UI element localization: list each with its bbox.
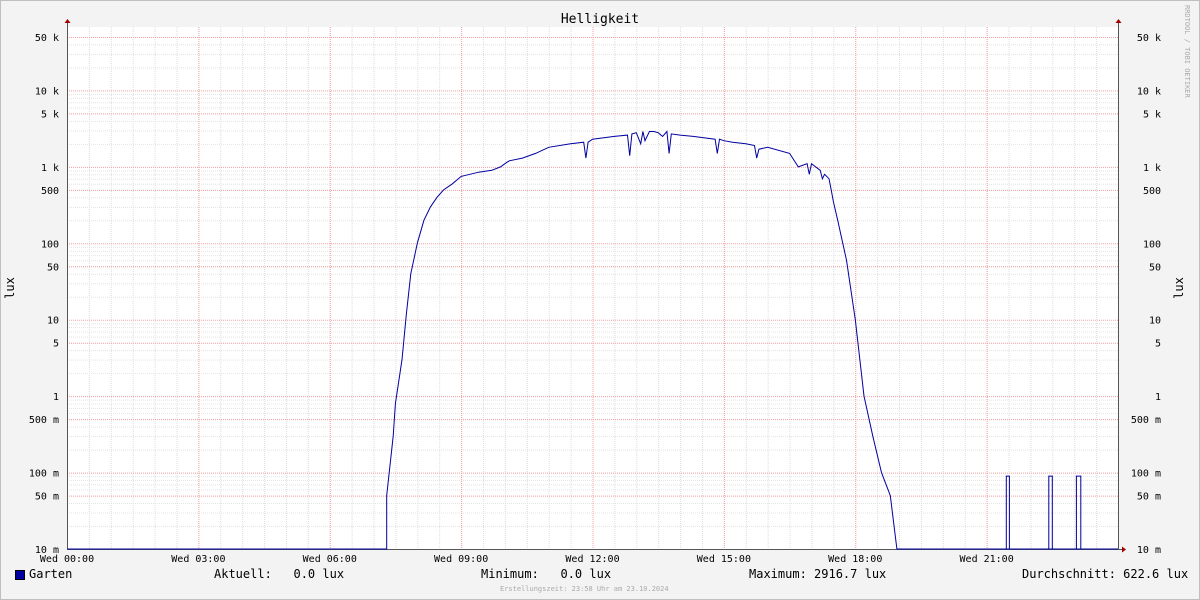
- chart-title: Helligkeit: [561, 12, 639, 27]
- x-tick-label: Wed 21:00: [960, 554, 1014, 565]
- x-tick-label: Wed 12:00: [565, 554, 619, 565]
- y-axis-label-left: lux: [3, 277, 17, 299]
- y-tick-label-left: 50: [47, 262, 59, 273]
- y-tick-label-right: 50 m: [1137, 492, 1161, 503]
- creation-timestamp: Erstellungszeit: 23:58 Uhr am 23.10.2024: [500, 585, 669, 593]
- y-tick-label-right: 50 k: [1137, 33, 1161, 44]
- y-tick-label-right: 5: [1155, 339, 1161, 350]
- y-tick-label-right: 1: [1155, 392, 1161, 403]
- y-tick-label-right: 500: [1143, 186, 1161, 197]
- x-tick-label: Wed 09:00: [434, 554, 488, 565]
- y-tick-label-left: 5 k: [41, 109, 59, 120]
- y-tick-label-left: 1 k: [41, 163, 59, 174]
- y-tick-label-left: 50 k: [35, 33, 59, 44]
- y-tick-label-left: 10: [47, 316, 59, 327]
- y-tick-label-right: 50: [1149, 262, 1161, 273]
- legend-label: Garten: [29, 567, 73, 581]
- brightness-chart: Wed 00:00 Wed 03:00 Wed 06:00 Wed 09:00 Wed …: [3, 12, 1186, 565]
- y-tick-label-right: 500 m: [1131, 415, 1161, 426]
- y-axis-arrow-right: [1115, 19, 1122, 23]
- x-tick-label: Wed 15:00: [697, 554, 751, 565]
- y-tick-label-left: 100: [41, 239, 59, 250]
- y-tick-label-right: 5 k: [1143, 109, 1161, 120]
- y-tick-label-right: 10: [1149, 316, 1161, 327]
- x-tick-label: Wed 18:00: [828, 554, 882, 565]
- y-tick-label-right: 10 k: [1137, 86, 1161, 97]
- x-tick-label: Wed 06:00: [303, 554, 357, 565]
- y-tick-label-left: 500 m: [29, 415, 59, 426]
- rrdtool-watermark: RRDTOOL / TOBI OETIKER: [1183, 5, 1191, 98]
- y-tick-label-right: 1 k: [1143, 163, 1161, 174]
- y-tick-label-left: 5: [53, 339, 59, 350]
- y-tick-label-left: 500: [41, 186, 59, 197]
- y-tick-label-left: 50 m: [35, 492, 59, 503]
- x-tick-label: Wed 03:00: [171, 554, 225, 565]
- y-tick-label-left: 10 m: [35, 545, 59, 556]
- y-tick-label-right: 10 m: [1137, 545, 1161, 556]
- y-tick-label-left: 100 m: [29, 469, 59, 480]
- y-axis-arrow-left: [64, 19, 71, 23]
- maximum-value: Maximum: 2916.7 lux: [749, 567, 887, 581]
- y-tick-label-right: 100: [1143, 239, 1161, 250]
- y-tick-label-right: 100 m: [1131, 469, 1161, 480]
- average-value: Durchschnitt: 622.6 lux: [1022, 567, 1189, 581]
- current-value: Aktuell: 0.0 lux: [214, 567, 345, 581]
- y-tick-label-left: 10 k: [35, 86, 59, 97]
- x-axis-arrow: [1122, 546, 1126, 553]
- legend-swatch-garten: [15, 570, 25, 580]
- y-tick-label-left: 1: [53, 392, 59, 403]
- y-axis-label-right: lux: [1172, 277, 1186, 299]
- minimum-value: Minimum: 0.0 lux: [481, 567, 612, 581]
